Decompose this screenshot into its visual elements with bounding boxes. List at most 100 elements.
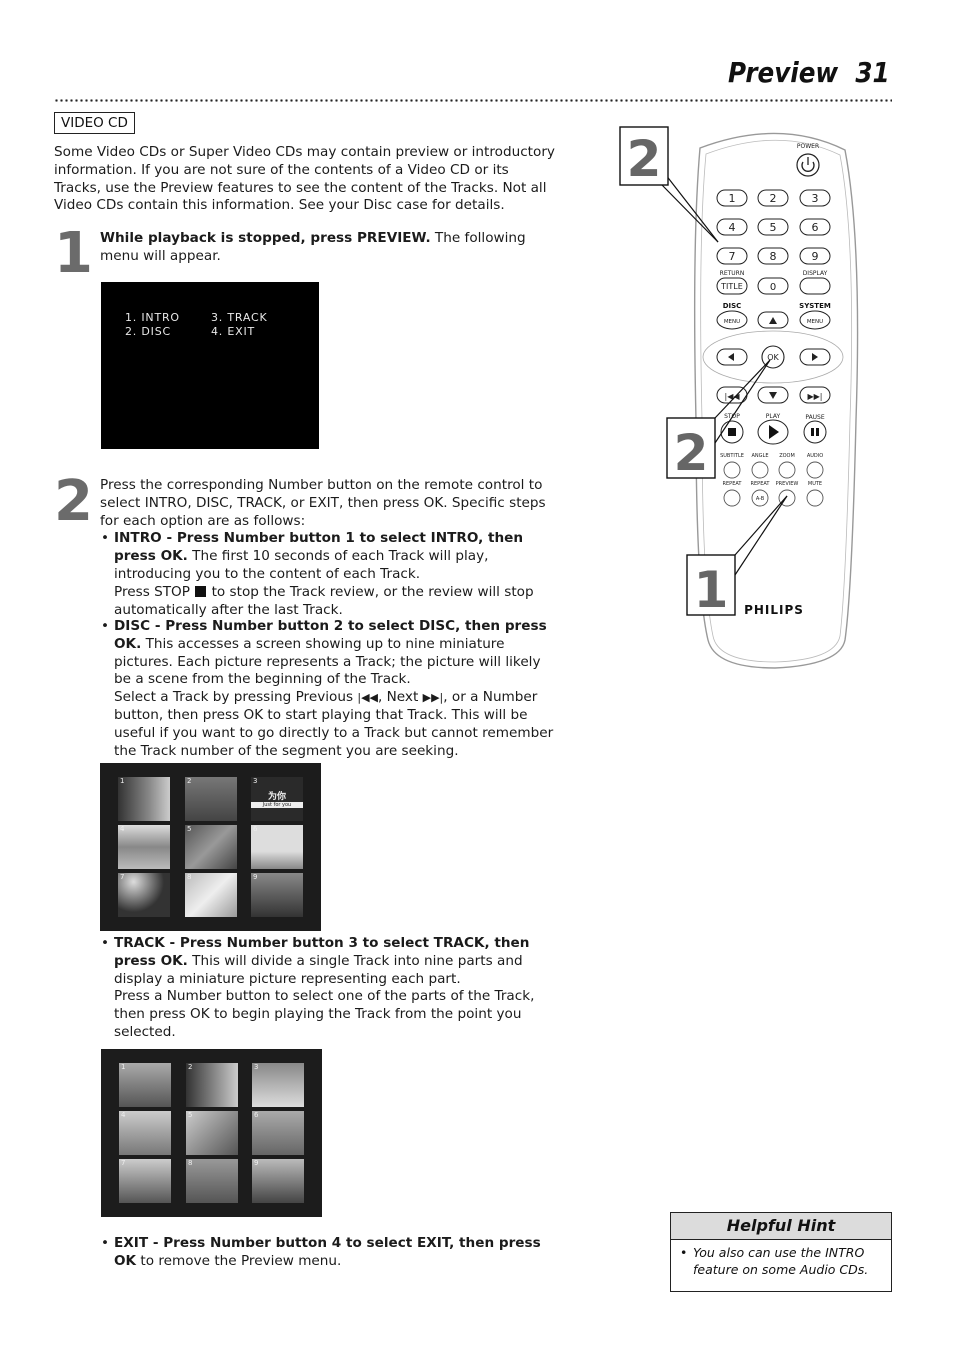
display-label: DISPLAY bbox=[803, 270, 828, 277]
disc-thumbnail: 6 bbox=[251, 825, 303, 869]
menu-item-exit: 4. EXIT bbox=[211, 325, 256, 338]
audio-label: AUDIO bbox=[807, 453, 823, 459]
thumbnail-number: 8 bbox=[188, 1159, 193, 1167]
callout-number: 2 bbox=[674, 424, 709, 482]
number-button-label: 3 bbox=[812, 192, 819, 205]
zoom-label: ZOOM bbox=[779, 453, 795, 459]
preview-menu-screen: 1. INTRO 2. DISC 3. TRACK 4. EXIT bbox=[101, 282, 319, 449]
number-button-label: 2 bbox=[770, 192, 777, 205]
step-number-1: 1 bbox=[54, 221, 93, 286]
step-2-intro: Press the corresponding Number button on… bbox=[100, 477, 546, 529]
track-preview-screen: 1 2 3 4 5 6 7 8 9 bbox=[101, 1049, 322, 1217]
disc-menu-label: MENU bbox=[724, 319, 740, 325]
track-thumbnail: 6 bbox=[252, 1111, 304, 1155]
thumbnail-number: 2 bbox=[187, 777, 192, 785]
number-button-label: 8 bbox=[770, 250, 777, 263]
option-disc: DISC - Press Number button 2 to select D… bbox=[100, 618, 555, 760]
page-title: Preview 31 bbox=[728, 56, 890, 89]
pause-icon bbox=[811, 428, 814, 436]
track-thumbnail: 2 bbox=[186, 1063, 238, 1107]
pause-button[interactable] bbox=[803, 420, 827, 444]
thumbnail-number: 9 bbox=[253, 873, 258, 881]
number-pad: 1 2 3 4 5 6 7 8 9 bbox=[716, 189, 831, 265]
option-disc-extra-b: , Next bbox=[377, 689, 423, 706]
callout-number: 2 bbox=[627, 130, 662, 188]
track-thumbnail: 8 bbox=[186, 1159, 238, 1203]
track-thumbnail: 4 bbox=[119, 1111, 171, 1155]
repeat-button[interactable] bbox=[723, 489, 741, 507]
track-thumbnail: 3 bbox=[252, 1063, 304, 1107]
thumbnail-number: 3 bbox=[254, 1063, 259, 1071]
track-thumbnail: 5 bbox=[186, 1111, 238, 1155]
return-label: RETURN bbox=[720, 270, 745, 277]
stop-icon bbox=[195, 585, 207, 597]
thumbnail-caption-cn: 为你 bbox=[267, 792, 286, 802]
helpful-hint-title: Helpful Hint bbox=[671, 1213, 891, 1240]
disc-preview-screen: 1 2 3 为你 Just for you 4 5 6 7 8 9 bbox=[100, 763, 321, 931]
thumbnail-number: 9 bbox=[254, 1159, 259, 1167]
next-track-icon: ▶▶| bbox=[808, 392, 823, 401]
repeat-label: REPEAT bbox=[723, 481, 743, 487]
number-button-label: 1 bbox=[729, 192, 736, 205]
option-track: TRACK - Press Number button 3 to select … bbox=[100, 935, 555, 1042]
title-button-label: TITLE bbox=[720, 282, 743, 291]
thumbnail-number: 8 bbox=[187, 873, 192, 881]
callout-number: 1 bbox=[694, 561, 729, 619]
disc-thumbnail: 7 bbox=[118, 873, 170, 917]
option-disc-extra-a: Select a Track by pressing Previous bbox=[114, 689, 358, 706]
disc-thumbnail: 1 bbox=[118, 777, 170, 821]
thumbnail-number: 5 bbox=[187, 825, 192, 833]
hint-item: You also can use the INTRO feature on so… bbox=[679, 1244, 883, 1278]
thumbnail-number: 4 bbox=[121, 1111, 126, 1119]
option-disc-text: This accesses a screen showing up to nin… bbox=[114, 635, 541, 688]
intro-paragraph: Some Video CDs or Super Video CDs may co… bbox=[54, 144, 555, 214]
option-exit: EXIT - Press Number button 4 to select E… bbox=[100, 1235, 555, 1271]
step-2-text: Press the corresponding Number button on… bbox=[100, 477, 555, 619]
option-exit-text: to remove the Preview menu. bbox=[136, 1252, 342, 1269]
thumbnail-number: 7 bbox=[120, 873, 125, 881]
disc-thumbnail: 9 bbox=[251, 873, 303, 917]
angle-label: ANGLE bbox=[752, 453, 769, 459]
pause-label: PAUSE bbox=[805, 414, 825, 421]
section-tag: VIDEO CD bbox=[54, 112, 135, 134]
function-buttons: SUBTITLE ANGLE ZOOM AUDIO REPEAT REPEAT PREVIE… bbox=[720, 453, 824, 507]
step-1-text: While playback is stopped, press PREVIEW… bbox=[100, 230, 555, 266]
disc-thumbnail: 5 bbox=[185, 825, 237, 869]
option-intro-extra-pre: Press STOP bbox=[114, 583, 190, 600]
subtitle-label: SUBTITLE bbox=[720, 453, 744, 459]
thumbnail-number: 3 bbox=[253, 777, 258, 785]
subtitle-button[interactable] bbox=[723, 461, 741, 479]
previous-icon: |◀◀ bbox=[357, 691, 378, 705]
display-button[interactable] bbox=[799, 277, 831, 295]
power-label: POWER bbox=[797, 143, 819, 150]
callout-1-bottom: 1 bbox=[686, 495, 788, 619]
remote-svg: POWER 1 2 3 4 5 6 7 8 9 RETURN TITLE 0 DISPLAY D… bbox=[619, 126, 859, 669]
option-track-extra: Press a Number button to select one of t… bbox=[114, 988, 535, 1040]
disc-thumbnail: 2 bbox=[185, 777, 237, 821]
stop-square-icon bbox=[728, 428, 736, 436]
repeat-label: REPEAT bbox=[751, 481, 771, 487]
callout-2-top: 2 bbox=[619, 126, 719, 243]
thumbnail-number: 1 bbox=[120, 777, 125, 785]
number-button-label: 5 bbox=[770, 221, 777, 234]
ab-button-label: A-B bbox=[756, 496, 765, 502]
system-menu-label: MENU bbox=[807, 319, 823, 325]
disc-thumbnail: 3 为你 Just for you bbox=[251, 777, 303, 821]
disc-thumbnail: 8 bbox=[185, 873, 237, 917]
disc-thumbnail: 4 bbox=[118, 825, 170, 869]
option-intro: INTRO - Press Number button 1 to select … bbox=[100, 530, 555, 619]
thumbnail-caption-en: Just for you bbox=[251, 802, 303, 808]
page-number: 31 bbox=[855, 56, 890, 89]
zoom-button[interactable] bbox=[778, 461, 796, 479]
preview-label: PREVIEW bbox=[776, 481, 799, 487]
thumbnail-number: 1 bbox=[121, 1063, 126, 1071]
thumbnail-number: 5 bbox=[188, 1111, 193, 1119]
thumbnail-number: 6 bbox=[253, 825, 258, 833]
audio-button[interactable] bbox=[806, 461, 824, 479]
step-1-bold: While playback is stopped, press PREVIEW… bbox=[100, 230, 431, 246]
number-button-label: 7 bbox=[729, 250, 736, 263]
angle-button[interactable] bbox=[751, 461, 769, 479]
mute-button[interactable] bbox=[806, 489, 824, 507]
track-thumbnail: 9 bbox=[252, 1159, 304, 1203]
menu-item-disc: 2. DISC bbox=[125, 325, 171, 338]
